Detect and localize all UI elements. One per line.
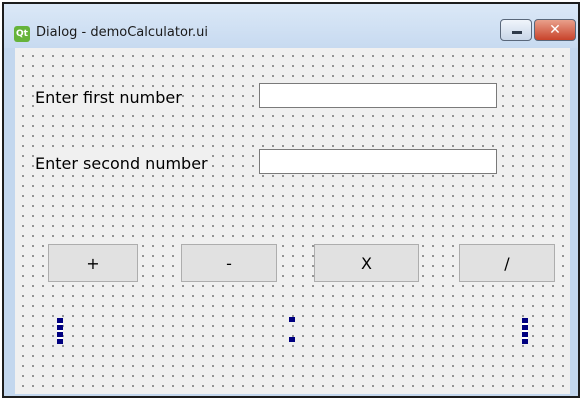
form-canvas: Enter first number Enter second number +… [15, 48, 570, 394]
multiply-button[interactable]: X [314, 244, 419, 282]
resize-handle-icon[interactable] [57, 318, 63, 344]
add-button[interactable]: + [48, 244, 138, 282]
resize-handle-icon[interactable] [289, 337, 295, 342]
qt-logo-icon: Qt [14, 26, 30, 42]
dialog-window: Qt Dialog - demoCalculator.ui ✕ Enter fi… [2, 2, 580, 398]
minimize-icon [512, 31, 522, 34]
window-title: Dialog - demoCalculator.ui [36, 25, 209, 40]
resize-handle-icon[interactable] [289, 317, 295, 322]
second-number-input[interactable] [259, 149, 497, 174]
divide-button[interactable]: / [459, 244, 555, 282]
close-icon: ✕ [549, 22, 561, 38]
second-number-label: Enter second number [35, 154, 208, 174]
resize-handle-icon[interactable] [522, 318, 528, 344]
title-bar[interactable]: Qt Dialog - demoCalculator.ui ✕ [4, 4, 578, 48]
first-number-label: Enter first number [35, 88, 182, 108]
minimize-button[interactable] [500, 19, 532, 41]
first-number-input[interactable] [259, 83, 497, 108]
subtract-button[interactable]: - [181, 244, 277, 282]
close-button[interactable]: ✕ [534, 19, 576, 41]
